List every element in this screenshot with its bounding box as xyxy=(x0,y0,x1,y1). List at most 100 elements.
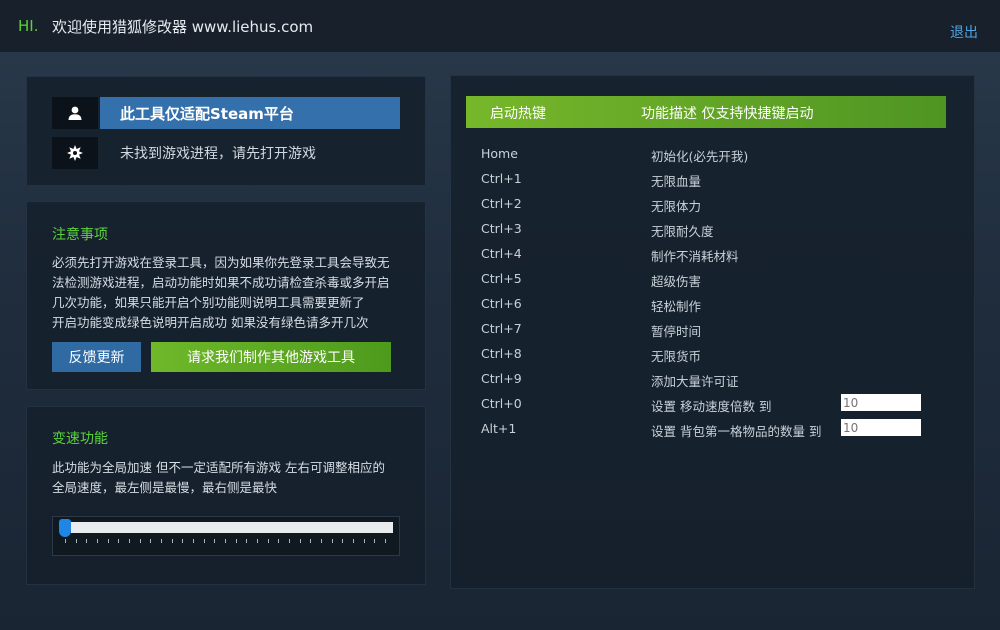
hotkey-description: 暂停时间 xyxy=(651,324,702,339)
slider-thumb[interactable] xyxy=(59,519,71,537)
hotkey-description: 初始化(必先开我) xyxy=(651,149,749,164)
slider-tick xyxy=(129,539,130,543)
hotkey-key: Ctrl+2 xyxy=(481,196,522,211)
hotkey-key: Ctrl+4 xyxy=(481,246,522,261)
slider-tick xyxy=(139,539,141,543)
slider-tick xyxy=(193,539,194,543)
slider-tick xyxy=(342,539,344,543)
speed-description: 此功能为全局加速 但不一定适配所有游戏 左右可调整相应的 全局速度，最左侧是最慢… xyxy=(52,458,412,498)
hotkeys-header: 启动热键 功能描述 仅支持快捷键启动 xyxy=(466,96,946,128)
hotkey-key: Ctrl+6 xyxy=(481,296,522,311)
speed-title: 变速功能 xyxy=(52,431,108,447)
slider-tick xyxy=(86,539,88,543)
greeting-hi: HI. xyxy=(18,17,39,35)
speed-line: 此功能为全局加速 但不一定适配所有游戏 左右可调整相应的 xyxy=(52,460,385,475)
slider-tick xyxy=(97,539,98,543)
description-column-header: 功能描述 仅支持快捷键启动 xyxy=(641,106,814,122)
slider-tick xyxy=(161,539,162,543)
slider-tick xyxy=(171,539,173,543)
platform-row: 此工具仅适配Steam平台 xyxy=(52,97,400,129)
gear-icon xyxy=(52,137,98,169)
hotkey-description: 无限货币 xyxy=(651,349,702,364)
hotkey-row[interactable]: Ctrl+6 轻松制作 xyxy=(451,293,976,314)
hotkey-row[interactable]: Ctrl+8 无限货币 xyxy=(451,343,976,364)
hotkey-key: Ctrl+8 xyxy=(481,346,522,361)
hotkey-key: Ctrl+9 xyxy=(481,371,522,386)
hotkeys-panel: 启动热键 功能描述 仅支持快捷键启动 Home 初始化(必先开我) Ctrl+1 无限… xyxy=(450,75,975,589)
hotkey-description: 无限血量 xyxy=(651,174,702,189)
speed-line: 全局速度，最左侧是最慢，最右侧是最快 xyxy=(52,480,278,495)
slider-tick xyxy=(299,539,301,543)
hotkey-row[interactable]: Ctrl+1 无限血量 xyxy=(451,168,976,189)
hotkey-key: Ctrl+0 xyxy=(481,396,522,411)
hotkey-description: 无限耐久度 xyxy=(651,224,714,239)
hotkey-row[interactable]: Alt+1 设置 背包第一格物品的数量 到 xyxy=(451,418,976,439)
notes-line: 法检测游戏进程，启动功能时如果不成功请检查杀毒或多开启 xyxy=(52,275,390,290)
notes-line: 开启功能变成绿色说明开启成功 如果没有绿色请多开几次 xyxy=(52,315,369,330)
hotkey-description: 制作不消耗材料 xyxy=(651,249,739,264)
top-bar: HI. 欢迎使用猎狐修改器 www.liehus.com 退出 xyxy=(0,0,1000,52)
slider-tick xyxy=(363,539,365,543)
hotkey-value-input[interactable] xyxy=(841,419,921,436)
platform-label: 此工具仅适配Steam平台 xyxy=(100,97,400,129)
hotkey-column-header: 启动热键 xyxy=(490,106,546,122)
slider-tick xyxy=(385,539,386,543)
slider-tick xyxy=(75,539,77,543)
hotkey-description: 无限体力 xyxy=(651,199,702,214)
hotkey-key: Home xyxy=(481,146,518,161)
slider-tick xyxy=(310,539,312,543)
process-status-text: 未找到游戏进程，请先打开游戏 xyxy=(120,146,316,162)
speed-panel: 变速功能 此功能为全局加速 但不一定适配所有游戏 左右可调整相应的 全局速度，最… xyxy=(26,406,426,585)
hotkey-description: 轻松制作 xyxy=(651,299,702,314)
slider-tick xyxy=(118,539,120,543)
slider-tick xyxy=(235,539,237,543)
slider-tick xyxy=(331,539,333,543)
slider-ticks xyxy=(65,539,387,545)
slider-tick xyxy=(257,539,258,543)
slider-tick xyxy=(353,539,354,543)
hotkey-description: 设置 背包第一格物品的数量 到 xyxy=(651,424,822,439)
slider-tick xyxy=(278,539,280,543)
process-row: 未找到游戏进程，请先打开游戏 xyxy=(52,137,400,169)
hotkey-row[interactable]: Ctrl+7 暂停时间 xyxy=(451,318,976,339)
hotkey-row[interactable]: Home 初始化(必先开我) xyxy=(451,143,976,164)
hotkey-key: Ctrl+1 xyxy=(481,171,522,186)
slider-tick xyxy=(65,539,66,543)
slider-tick xyxy=(267,539,269,543)
slider-tick xyxy=(374,539,376,543)
notes-panel: 注意事项 必须先打开游戏在登录工具，因为如果你先登录工具会导致无 法检测游戏进程… xyxy=(26,201,426,390)
hotkey-key: Ctrl+5 xyxy=(481,271,522,286)
hotkey-key: Ctrl+7 xyxy=(481,321,522,336)
logout-link[interactable]: 退出 xyxy=(950,22,978,42)
hotkey-key: Ctrl+3 xyxy=(481,221,522,236)
feedback-update-button[interactable]: 反馈更新 xyxy=(52,342,141,372)
notes-body: 必须先打开游戏在登录工具，因为如果你先登录工具会导致无 法检测游戏进程，启动功能… xyxy=(52,253,412,333)
hotkey-row[interactable]: Ctrl+9 添加大量许可证 xyxy=(451,368,976,389)
hotkey-description: 超级伤害 xyxy=(651,274,702,289)
user-icon xyxy=(52,97,98,129)
hotkey-row[interactable]: Ctrl+3 无限耐久度 xyxy=(451,218,976,239)
hotkey-key: Alt+1 xyxy=(481,421,517,436)
notes-line: 几次功能，如果只能开启个别功能则说明工具需要更新了 xyxy=(52,295,365,310)
hotkey-description: 添加大量许可证 xyxy=(651,374,739,389)
hotkey-row[interactable]: Ctrl+4 制作不消耗材料 xyxy=(451,243,976,264)
status-panel: 此工具仅适配Steam平台 未找到游戏进程，请先打开游戏 xyxy=(26,76,426,186)
slider-tick xyxy=(214,539,216,543)
slider-tick xyxy=(321,539,322,543)
hotkey-row[interactable]: Ctrl+2 无限体力 xyxy=(451,193,976,214)
slider-tick xyxy=(150,539,152,543)
hotkey-row[interactable]: Ctrl+5 超级伤害 xyxy=(451,268,976,289)
slider-tick xyxy=(203,539,205,543)
slider-tick xyxy=(246,539,248,543)
slider-track[interactable] xyxy=(71,522,393,533)
notes-title: 注意事项 xyxy=(52,227,108,243)
slider-tick xyxy=(289,539,290,543)
notes-line: 必须先打开游戏在登录工具，因为如果你先登录工具会导致无 xyxy=(52,255,390,270)
request-tool-button[interactable]: 请求我们制作其他游戏工具 xyxy=(151,342,391,372)
hotkey-value-input[interactable] xyxy=(841,394,921,411)
slider-tick xyxy=(225,539,226,543)
hotkey-row[interactable]: Ctrl+0 设置 移动速度倍数 到 xyxy=(451,393,976,414)
speed-slider[interactable] xyxy=(52,516,400,556)
hotkey-description: 设置 移动速度倍数 到 xyxy=(651,399,772,414)
slider-tick xyxy=(182,539,184,543)
